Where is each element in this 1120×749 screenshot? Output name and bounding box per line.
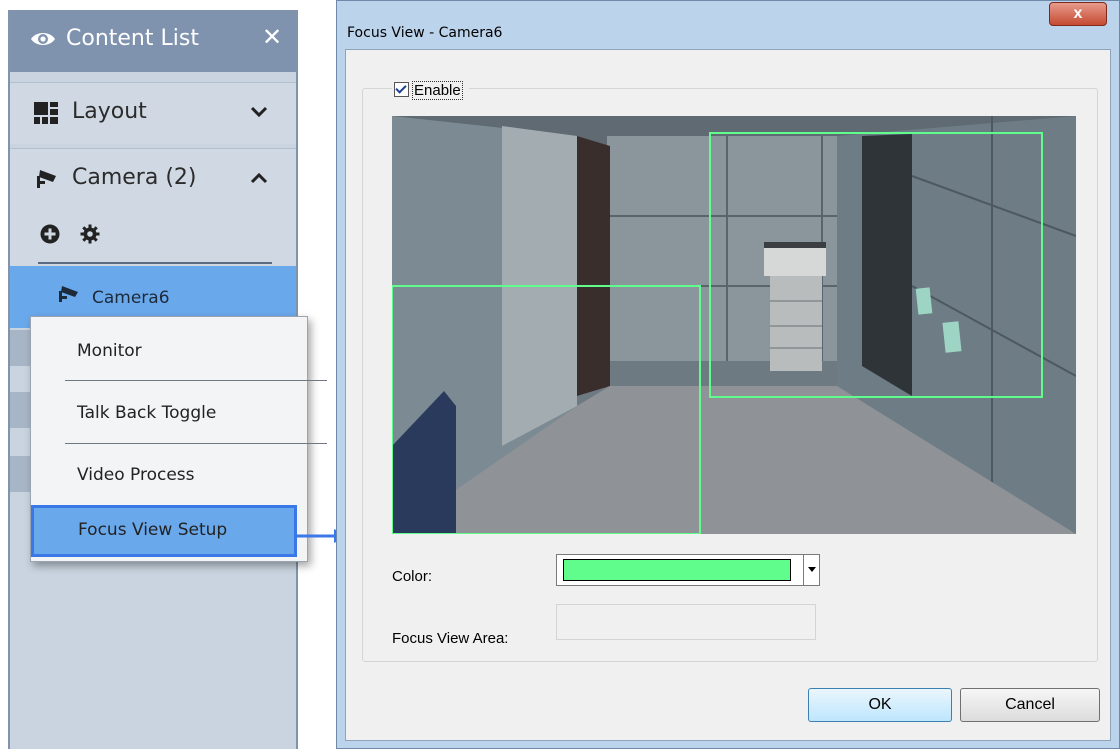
layout-grid-icon	[34, 102, 58, 124]
chevron-down-icon[interactable]	[250, 103, 268, 121]
close-icon[interactable]: ✕	[262, 24, 282, 50]
camera-icon	[59, 286, 78, 302]
menu-item-talk-back-toggle[interactable]: Talk Back Toggle	[31, 383, 307, 445]
list-strip	[10, 456, 32, 492]
color-swatch	[563, 559, 791, 581]
layout-section-header[interactable]: Layout	[10, 82, 296, 144]
camera-toolbar	[10, 210, 296, 266]
checkbox-checked-icon[interactable]	[394, 82, 409, 97]
content-list-header: Content List ✕	[10, 10, 296, 72]
ok-button[interactable]: OK	[808, 688, 952, 722]
focus-view-area-field	[556, 604, 816, 640]
close-button[interactable]: x	[1049, 2, 1107, 26]
cancel-button[interactable]: Cancel	[960, 688, 1100, 722]
enable-label: Enable	[412, 81, 463, 100]
camera-context-menu: Monitor Talk Back Toggle Video Process F…	[30, 316, 327, 562]
toolbar-divider	[38, 262, 272, 264]
menu-item-video-process[interactable]: Video Process	[31, 445, 307, 507]
dialog-body: Enable Color: Focus View Area: OK Cancel	[345, 49, 1111, 741]
menu-item-focus-view-setup[interactable]: Focus View Setup	[31, 505, 297, 557]
list-strip	[10, 330, 32, 366]
menu-item-label: Talk Back Toggle	[77, 403, 217, 423]
chevron-up-icon[interactable]	[250, 169, 268, 187]
color-select[interactable]	[556, 554, 820, 586]
menu-separator	[65, 443, 327, 444]
dialog-title: Focus View - Camera6	[347, 25, 503, 41]
menu-item-label: Monitor	[77, 341, 142, 361]
color-label: Color:	[392, 568, 433, 585]
list-strip	[10, 392, 32, 428]
camera-section-header[interactable]: Camera (2)	[10, 148, 296, 210]
focus-view-area-label: Focus View Area:	[392, 630, 509, 647]
camera-preview[interactable]	[392, 116, 1076, 534]
layout-section-label: Layout	[72, 99, 147, 124]
gear-icon[interactable]	[80, 224, 100, 244]
menu-item-label: Focus View Setup	[78, 520, 228, 540]
focus-view-dialog: Focus View - Camera6 x Enable Color: Foc…	[336, 0, 1120, 749]
camera-icon	[37, 170, 56, 188]
camera-preview-image	[392, 116, 1076, 534]
enable-checkbox[interactable]: Enable	[392, 81, 469, 100]
content-list-title: Content List	[66, 26, 199, 51]
menu-item-monitor[interactable]: Monitor	[31, 321, 307, 383]
camera-section-label: Camera (2)	[72, 165, 197, 190]
camera-list-item-label: Camera6	[92, 288, 170, 308]
menu-separator	[65, 380, 327, 381]
dropdown-arrow-icon[interactable]	[803, 555, 819, 585]
eye-icon	[31, 33, 55, 45]
add-camera-icon[interactable]	[40, 224, 60, 244]
menu-item-label: Video Process	[77, 465, 195, 485]
